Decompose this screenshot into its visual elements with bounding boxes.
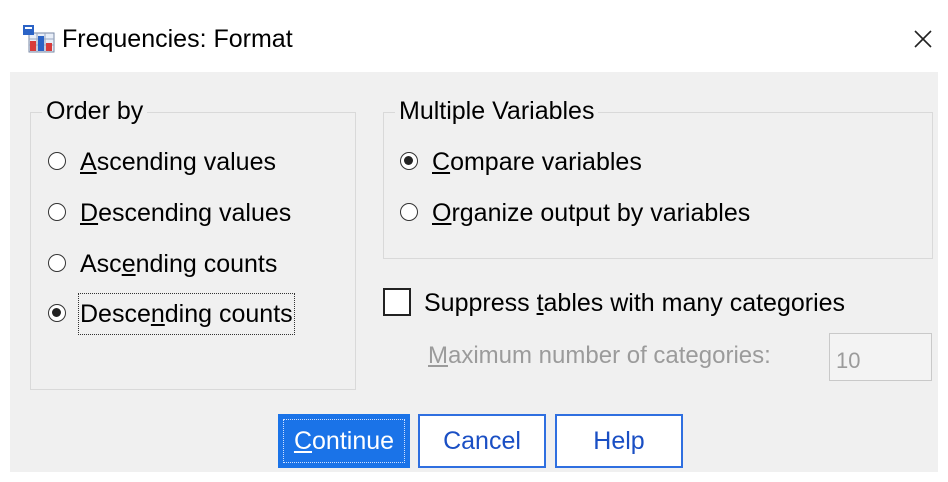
window-title: Frequencies: Format <box>62 25 293 53</box>
radio-button[interactable] <box>48 254 66 272</box>
radio-button[interactable] <box>400 203 418 221</box>
radio-label: Ascending counts <box>80 250 278 278</box>
suppress-tables-label[interactable]: Suppress tables with many categories <box>424 286 845 320</box>
help-button[interactable]: Help <box>555 414 683 468</box>
focus-rect <box>283 419 405 463</box>
radio-label: Descending values <box>80 199 292 227</box>
max-categories-label: Maximum number of categories: <box>428 342 771 369</box>
multiple-variables-legend: Multiple Variables <box>395 96 599 126</box>
order-by-legend: Order by <box>42 96 148 126</box>
radio-button[interactable] <box>48 152 66 170</box>
radio-label: Organize output by variables <box>432 199 751 227</box>
radio-button-selected[interactable] <box>400 152 418 170</box>
max-categories-input[interactable] <box>829 333 932 381</box>
continue-button[interactable]: Continue <box>278 414 410 468</box>
radio-label: Descending counts <box>78 293 295 335</box>
multiple-variables-group <box>383 112 933 259</box>
cancel-button[interactable]: Cancel <box>418 414 546 468</box>
close-icon[interactable] <box>908 24 938 54</box>
radio-button[interactable] <box>48 203 66 221</box>
spss-frequencies-icon <box>23 25 55 53</box>
radio-label: Compare variables <box>432 148 642 176</box>
suppress-tables-checkbox[interactable] <box>383 288 411 316</box>
radio-label: Ascending values <box>80 148 276 176</box>
title-bar: Frequencies: Format <box>0 0 948 72</box>
radio-button-selected[interactable] <box>48 304 66 322</box>
